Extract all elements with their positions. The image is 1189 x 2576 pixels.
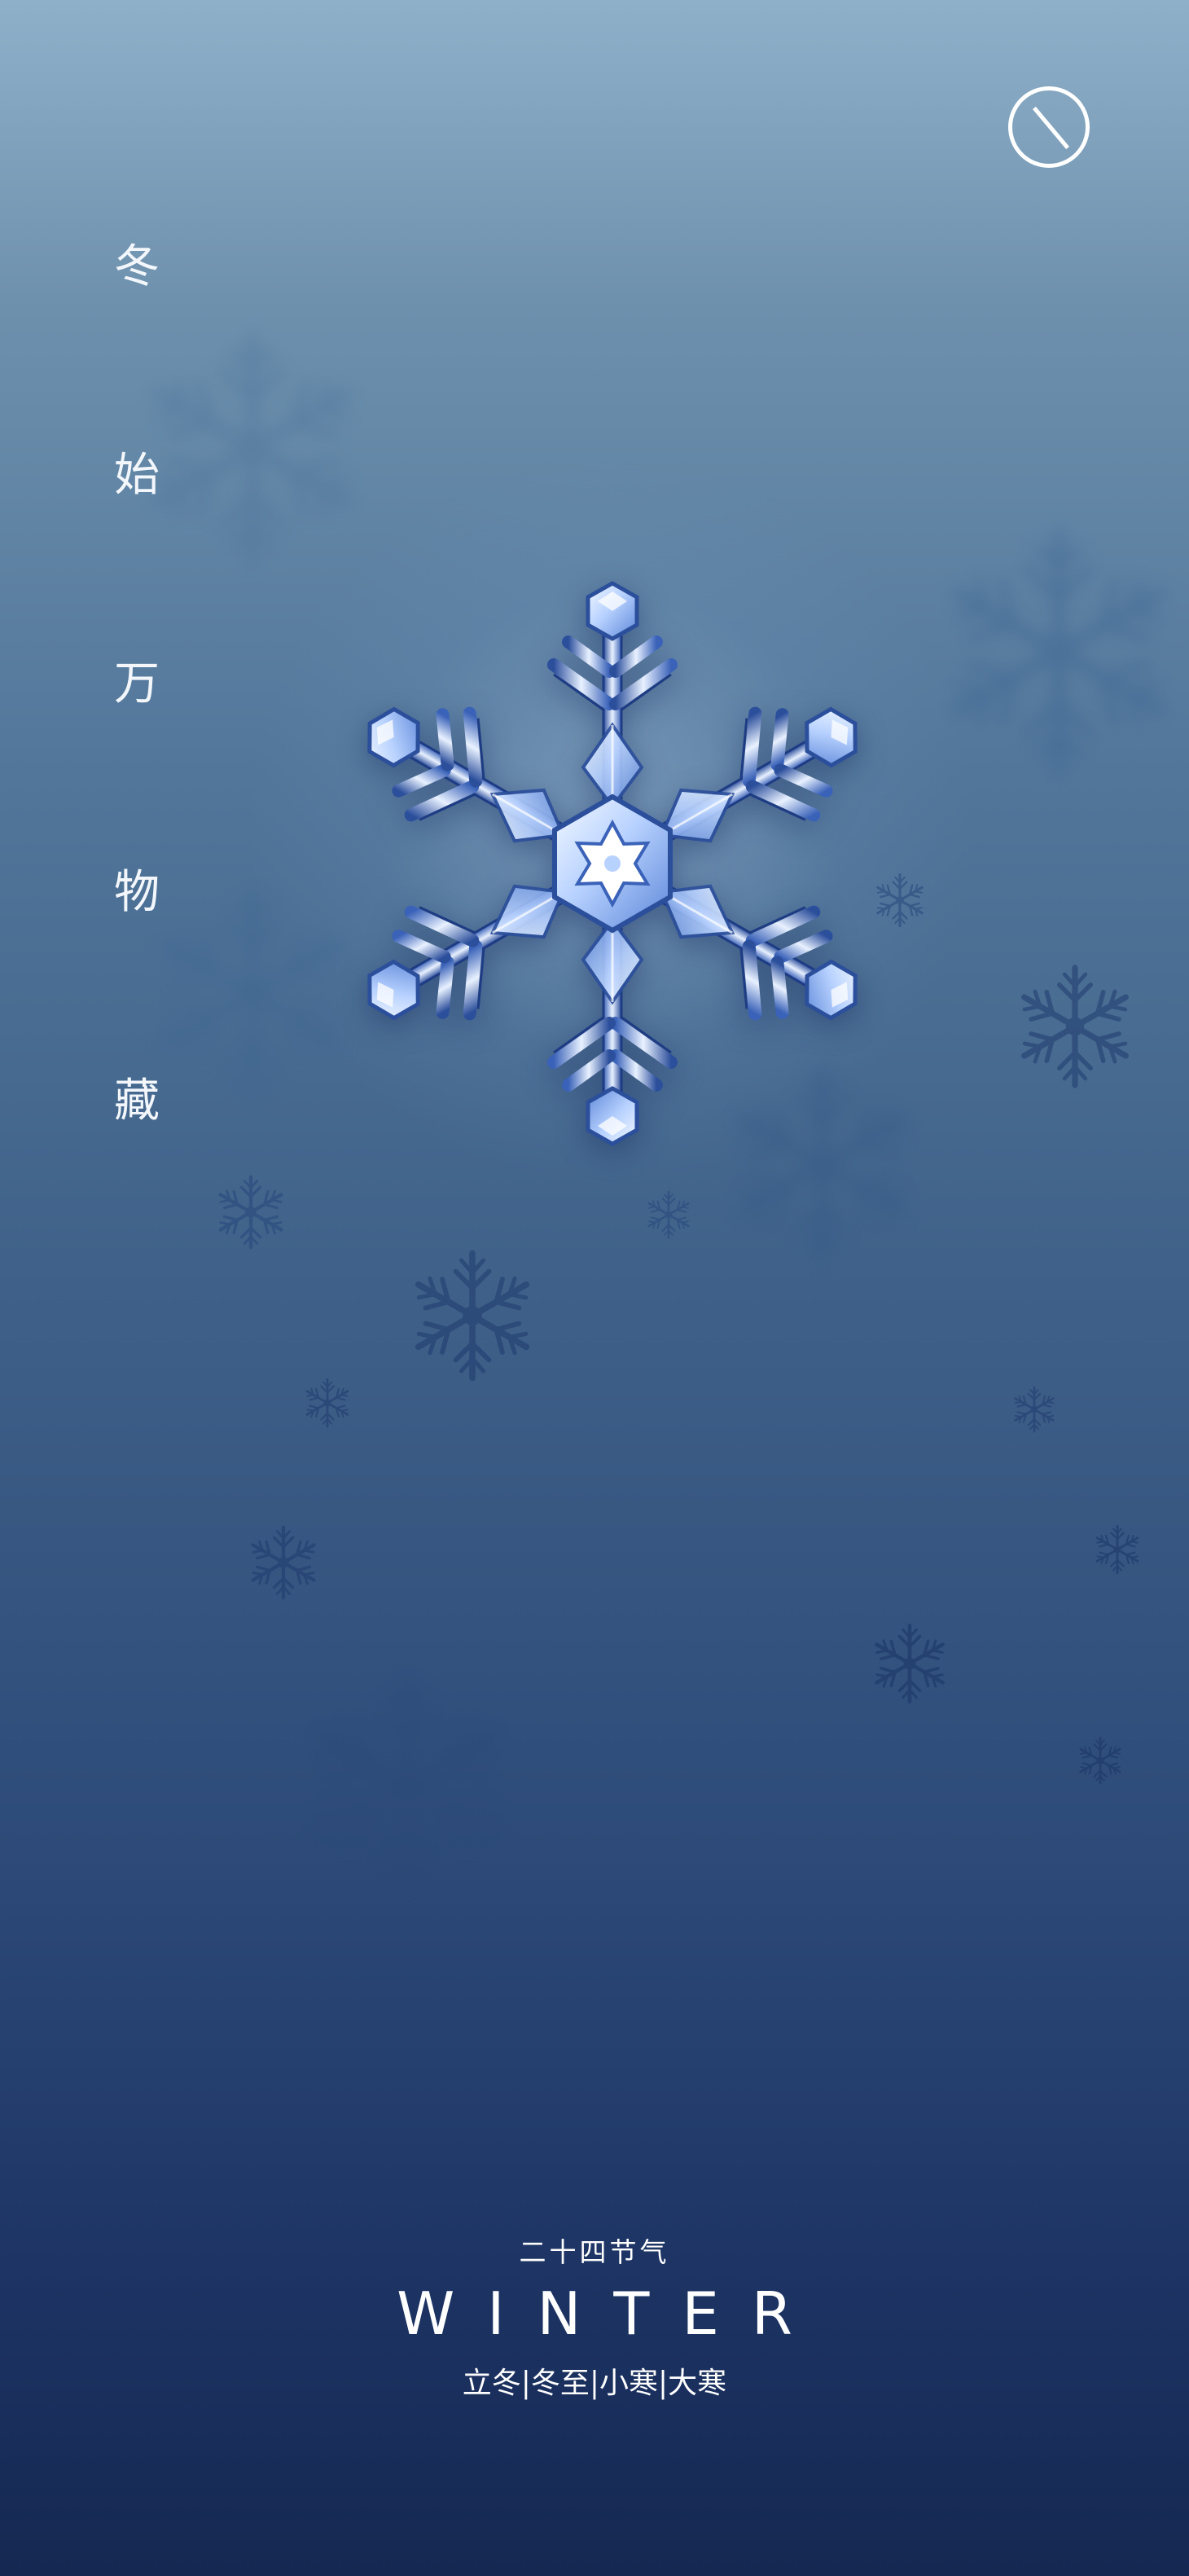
snowflake-icon [244, 1523, 322, 1602]
subtitle: 二十四节气 [519, 2236, 670, 2268]
slogan-char: 万 [114, 657, 160, 710]
slogan-char: 始 [114, 449, 160, 502]
hero-snowflake-icon [319, 570, 906, 1157]
snowflake-icon [928, 521, 1189, 782]
snowflake-icon [403, 1246, 542, 1385]
solar-terms: 立冬|冬至|小寒|大寒 [462, 2367, 727, 2400]
snowflake-icon [1075, 1735, 1125, 1786]
snowflake-icon [1091, 1523, 1143, 1576]
no-sign-icon[interactable] [1008, 86, 1090, 168]
snowflake-icon [1010, 1385, 1059, 1434]
slogan-char: 冬 [114, 240, 160, 293]
footer: 二十四节气 WINTER 立冬|冬至|小寒|大寒 [0, 2232, 1189, 2408]
title: WINTER [397, 2279, 825, 2348]
snowflake-icon [212, 1173, 290, 1251]
slogan-char: 物 [114, 866, 160, 919]
snowflake-icon [1010, 961, 1140, 1092]
snowflake-icon [643, 1189, 694, 1240]
snowflake-icon [293, 1670, 521, 1898]
vertical-slogan: 冬 始 万 物 藏 [104, 235, 169, 1277]
snowflake-icon [867, 1621, 952, 1706]
slogan-char: 藏 [114, 1075, 160, 1128]
snowflake-icon [301, 1377, 353, 1429]
